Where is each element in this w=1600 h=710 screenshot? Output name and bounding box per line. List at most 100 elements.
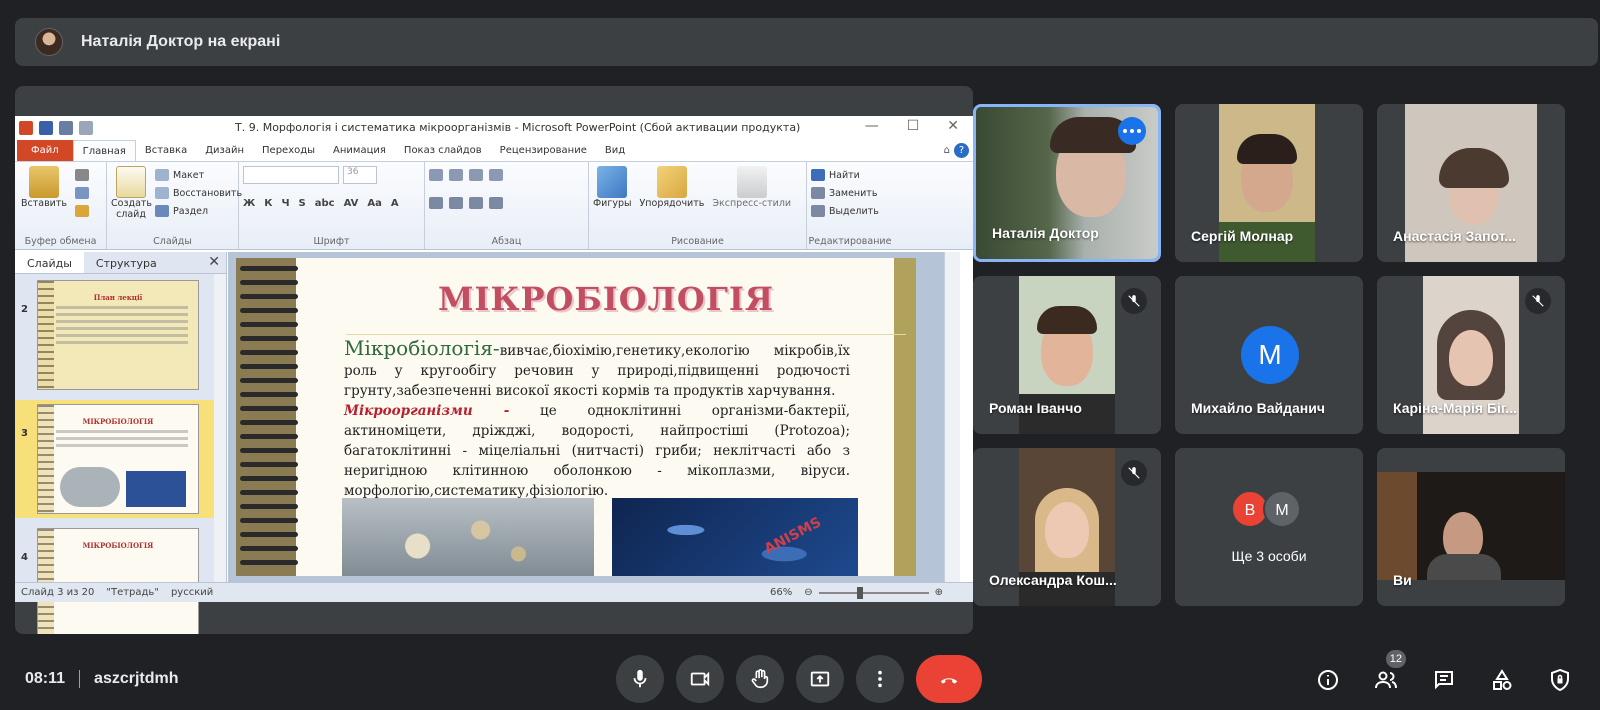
thumb-number: 3 (21, 428, 28, 439)
participant-name: Наталія Доктор (992, 225, 1099, 241)
spiral-ring (240, 280, 298, 285)
spiral-ring (240, 560, 298, 565)
zoom-level: 66% (769, 587, 793, 598)
find-label: Найти (829, 169, 860, 181)
slide-scrollbar (944, 252, 960, 582)
spiral-ring (240, 406, 298, 411)
tab-home: Главная (72, 140, 136, 161)
more-options-button[interactable] (856, 655, 904, 703)
find-icon (811, 169, 825, 181)
shapes-icon (597, 166, 628, 198)
current-slide: МІКРОБІОЛОГІЯ Мікробіологія-вивчає,біохі… (236, 258, 916, 576)
participant-tile[interactable]: Сергій Молнар (1175, 104, 1363, 262)
more-options-icon[interactable] (1118, 117, 1146, 145)
tab-design: Дизайн (205, 145, 245, 156)
editing-group-label: Редактирование (808, 236, 892, 247)
underline-icon: Ч (281, 197, 290, 209)
slide-body: Мікробіологія-вивчає,біохімію,генетику,е… (344, 338, 850, 501)
tab-view: Вид (604, 145, 626, 156)
clipboard-group-label: Буфер обмена (24, 236, 97, 247)
self-tile[interactable]: Ви (1377, 448, 1565, 606)
align-center-icon (449, 197, 463, 209)
powerpoint-logo-icon (19, 121, 33, 135)
slide-thumbnail: 4 МІКРОБІОЛОГІЯ (15, 524, 215, 634)
raise-hand-button[interactable] (736, 655, 784, 703)
camera-button[interactable] (676, 655, 724, 703)
ppt-status-bar: Слайд 3 из 20 "Тетрадь" русский 66% ⊖ ⊕ (15, 582, 973, 602)
leave-call-button[interactable] (916, 655, 982, 703)
tab-review: Рецензирование (499, 145, 587, 156)
participant-tile[interactable]: Роман Іванчо (973, 276, 1161, 434)
muted-mic-icon (1121, 288, 1147, 314)
spiral-ring (240, 518, 298, 523)
meeting-code: aszcrjtdmh (94, 670, 179, 687)
participant-tile[interactable]: Олександра Кош... (973, 448, 1161, 606)
more-participants-tile[interactable]: B M Ще 3 особи (1175, 448, 1363, 606)
spiral-ring (240, 308, 298, 313)
case-icon: Aa (367, 197, 382, 209)
redo-icon (79, 121, 93, 135)
select-icon (811, 205, 825, 217)
outdent-icon (489, 169, 503, 181)
paragraph-group: Абзац (425, 162, 589, 249)
italic-icon: К (264, 197, 273, 209)
clipboard-group: Вставить Буфер обмена (15, 162, 107, 249)
theme-name: "Тетрадь" (106, 587, 159, 598)
thumb-title: МІКРОБІОЛОГІЯ (82, 417, 154, 426)
quick-styles-icon (736, 166, 767, 198)
meeting-details-button[interactable] (1310, 662, 1346, 698)
participant-tile[interactable]: M Михайло Вайданич (1175, 276, 1363, 434)
maximize-icon: ☐ (906, 118, 920, 134)
presenting-text: Наталія Доктор на екрані (81, 33, 281, 50)
spiral-ring (240, 546, 298, 551)
panel-scrollbar (214, 274, 226, 582)
participant-tile[interactable]: Каріна-Марія Біг... (1377, 276, 1565, 434)
muted-mic-icon (1121, 460, 1147, 486)
thumb-number: 4 (21, 552, 28, 563)
shield-lock-icon (1551, 668, 1569, 692)
minimize-icon: — (864, 118, 879, 134)
activities-icon (1493, 669, 1512, 690)
chat-button[interactable] (1426, 662, 1462, 698)
ppt-window-title: Т. 9. Морфологія і систематика мікроорга… (235, 121, 801, 134)
presenting-banner: Наталія Доктор на екрані (15, 18, 1598, 66)
microphone-button[interactable] (616, 655, 664, 703)
microphone-icon (633, 669, 647, 688)
arrange-icon (656, 166, 687, 198)
chat-icon (1435, 671, 1453, 690)
participant-tile[interactable]: Анастасія Запот... (1377, 104, 1565, 262)
numbering-icon (449, 169, 463, 181)
people-button[interactable]: 12 (1368, 650, 1406, 698)
help-icon: ? (954, 143, 969, 158)
thumb-title: МІКРОБІОЛОГІЯ (82, 541, 154, 550)
participant-name: Сергій Молнар (1191, 228, 1294, 244)
spiral-ring (240, 294, 298, 299)
zoom-out-icon: ⊖ (804, 587, 813, 598)
panel-close-icon: ✕ (208, 254, 220, 270)
activities-button[interactable] (1484, 662, 1520, 698)
reset-icon (155, 187, 169, 199)
tab-insert: Вставка (144, 145, 188, 156)
participant-tile[interactable]: Наталія Доктор (973, 104, 1161, 262)
arrange-label: Упорядочить (639, 198, 705, 209)
slides-group-label: Слайды (153, 236, 192, 247)
paragraph-group-label: Абзац (491, 236, 522, 247)
present-button[interactable] (796, 655, 844, 703)
save-icon (39, 121, 53, 135)
justify-icon (489, 197, 503, 209)
more-vert-icon (878, 670, 882, 688)
paste-label: Вставить (20, 198, 67, 209)
tab-animation: Анимация (333, 145, 386, 156)
shadow-icon: S (298, 197, 306, 209)
presenter-avatar (35, 28, 63, 56)
slides-group: Создать слайд Макет Восстановить Раздел … (107, 162, 242, 249)
replace-icon (811, 187, 825, 199)
font-color-icon: A (390, 197, 399, 209)
participant-name: Ви (1393, 572, 1412, 588)
host-controls-button[interactable] (1542, 662, 1578, 698)
shapes-label: Фигуры (593, 198, 632, 209)
font-name-field (243, 166, 339, 184)
info-icon (1318, 670, 1338, 690)
spiral-ring (240, 420, 298, 425)
font-group: 36 Ж К Ч Sabc AV Aa A Шрифт (239, 162, 425, 249)
